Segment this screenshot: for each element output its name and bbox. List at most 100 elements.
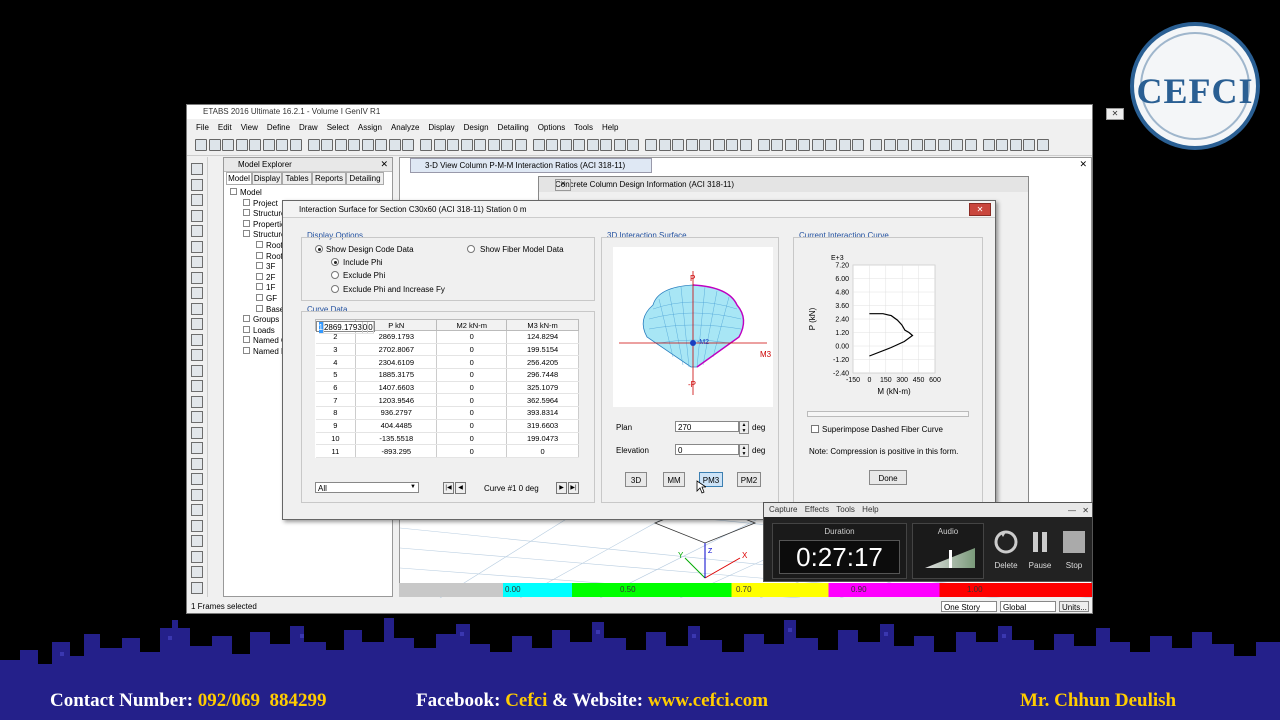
toolbar-tool-icon[interactable] <box>964 139 977 151</box>
expand-icon[interactable] <box>256 241 263 248</box>
toolbar-tool-icon[interactable] <box>771 139 783 151</box>
toolbar-tool-icon[interactable] <box>586 139 599 151</box>
side-tool-icon[interactable] <box>191 225 203 237</box>
toolbar-tool-icon[interactable] <box>937 139 950 151</box>
side-tool-icon[interactable] <box>191 287 203 299</box>
audio-slider-handle[interactable] <box>949 550 952 568</box>
expand-icon[interactable] <box>256 304 263 312</box>
toolbar-tool-icon[interactable] <box>996 139 1008 151</box>
side-tool-icon[interactable] <box>191 426 203 439</box>
toolbar-tool-icon[interactable] <box>712 139 725 151</box>
toolbar-tool-icon[interactable] <box>235 139 248 151</box>
toolbar-tool-icon[interactable] <box>208 139 221 151</box>
toolbar-tool-icon[interactable] <box>757 139 770 151</box>
view-mm-button[interactable]: MM <box>663 472 685 487</box>
toolbar-tool-icon[interactable] <box>375 139 387 151</box>
recorder-menu-capture[interactable]: Capture <box>769 505 797 514</box>
tab-detailing[interactable]: Detailing <box>346 172 384 185</box>
tree-item[interactable]: Loads <box>243 325 275 335</box>
explorer-close-icon[interactable]: ✕ <box>380 159 388 170</box>
curve-row[interactable]: 11 -893.295 0 0 <box>315 444 579 458</box>
side-tool-icon[interactable] <box>191 163 203 175</box>
expand-icon[interactable] <box>256 283 263 291</box>
side-tool-icon[interactable] <box>191 581 203 594</box>
tab-tables[interactable]: Tables <box>282 172 312 185</box>
side-tool-icon[interactable] <box>191 333 203 346</box>
expand-icon[interactable] <box>243 336 250 344</box>
recorder-menu-help[interactable]: Help <box>862 505 878 514</box>
plan-spinner[interactable]: ▲ ▼ <box>739 421 749 434</box>
toolbar-tool-icon[interactable] <box>951 139 963 151</box>
pause-control[interactable]: Pause <box>1026 529 1054 570</box>
elevation-spinner[interactable]: ▲ ▼ <box>739 444 749 457</box>
curve-row[interactable]: 4 2304.6109 0 256.4205 <box>315 355 579 370</box>
menu-detailing[interactable]: Detailing <box>498 123 529 132</box>
story-select[interactable]: One Story <box>941 601 997 612</box>
expand-icon[interactable] <box>243 315 250 323</box>
toolbar-tool-icon[interactable] <box>447 139 459 151</box>
units-button[interactable]: Units... <box>1059 601 1089 612</box>
chart-scrollbar[interactable] <box>807 411 969 417</box>
recorder-close-icon[interactable]: ✕ <box>1082 506 1089 515</box>
toolbar-tool-icon[interactable] <box>402 139 414 151</box>
recorder-menu-tools[interactable]: Tools <box>836 505 855 514</box>
curve-row[interactable]: 6 1407.6603 0 325.1079 <box>315 381 579 395</box>
curve-row[interactable]: 7 1203.9546 0 362.5964 <box>315 393 579 408</box>
prev-curve-button[interactable]: ◀ <box>455 482 466 494</box>
toolbar-tool-icon[interactable] <box>739 139 752 151</box>
expand-icon[interactable] <box>243 325 250 333</box>
expand-icon[interactable] <box>256 251 263 259</box>
close-button[interactable]: ✕ <box>1106 108 1124 120</box>
toolbar-tool-icon[interactable] <box>501 139 513 151</box>
side-tool-icon[interactable] <box>191 504 203 516</box>
curve-row[interactable]: 9 404.4485 0 319.6603 <box>315 419 579 433</box>
menu-view[interactable]: View <box>241 123 258 132</box>
side-tool-icon[interactable] <box>191 442 203 454</box>
side-tool-icon[interactable] <box>191 457 203 470</box>
toolbar-tool-icon[interactable] <box>514 139 527 151</box>
recorder-minimize-icon[interactable]: — <box>1068 506 1076 515</box>
expand-icon[interactable] <box>230 188 237 195</box>
menu-edit[interactable]: Edit <box>218 123 232 132</box>
toolbar-tool-icon[interactable] <box>798 139 810 151</box>
side-tool-icon[interactable] <box>191 349 203 361</box>
done-button[interactable]: Done <box>869 470 907 485</box>
toolbar-tool-icon[interactable] <box>289 139 302 151</box>
coord-select[interactable]: Global <box>1000 601 1056 612</box>
toolbar-tool-icon[interactable] <box>838 139 851 151</box>
include-phi-radio[interactable] <box>331 258 339 266</box>
toolbar-tool-icon[interactable] <box>699 139 711 151</box>
toolbar-tool-icon[interactable] <box>613 139 626 151</box>
expand-icon[interactable] <box>256 262 263 270</box>
toolbar-tool-icon[interactable] <box>784 139 797 151</box>
side-tool-icon[interactable] <box>191 271 203 284</box>
side-tool-icon[interactable] <box>191 302 203 315</box>
side-tool-icon[interactable] <box>191 395 203 408</box>
side-tool-icon[interactable] <box>191 519 203 532</box>
next-curve-button[interactable]: ▶ <box>556 482 567 494</box>
tree-item[interactable]: Roof <box>256 251 283 261</box>
view-pm2-button[interactable]: PM2 <box>737 472 761 487</box>
curve-row[interactable]: 5 1885.3175 0 296.7448 <box>315 368 579 382</box>
toolbar-tool-icon[interactable] <box>870 139 882 151</box>
toolbar-tool-icon[interactable] <box>388 139 401 151</box>
tree-item[interactable]: Base <box>256 304 284 314</box>
tree-item[interactable]: Model <box>230 188 262 197</box>
menu-file[interactable]: File <box>196 123 209 132</box>
delete-control[interactable]: Delete <box>992 529 1020 570</box>
curve-row[interactable]: 8 936.2797 0 393.8314 <box>315 406 579 420</box>
toolbar-tool-icon[interactable] <box>532 139 545 151</box>
curve-filter-select[interactable]: All <box>315 482 419 493</box>
toolbar-tool-icon[interactable] <box>420 139 432 151</box>
expand-icon[interactable] <box>256 294 263 301</box>
toolbar-tool-icon[interactable] <box>334 139 347 151</box>
last-curve-button[interactable]: ▶| <box>568 482 579 494</box>
toolbar-tool-icon[interactable] <box>825 139 837 151</box>
toolbar-tool-icon[interactable] <box>1009 139 1022 151</box>
recorder-menu-effects[interactable]: Effects <box>805 505 829 514</box>
tree-item[interactable]: 2F <box>256 272 275 282</box>
toolbar-tool-icon[interactable] <box>487 139 500 151</box>
menu-define[interactable]: Define <box>267 123 290 132</box>
expand-icon[interactable] <box>243 230 250 238</box>
toolbar-tool-icon[interactable] <box>627 139 639 151</box>
